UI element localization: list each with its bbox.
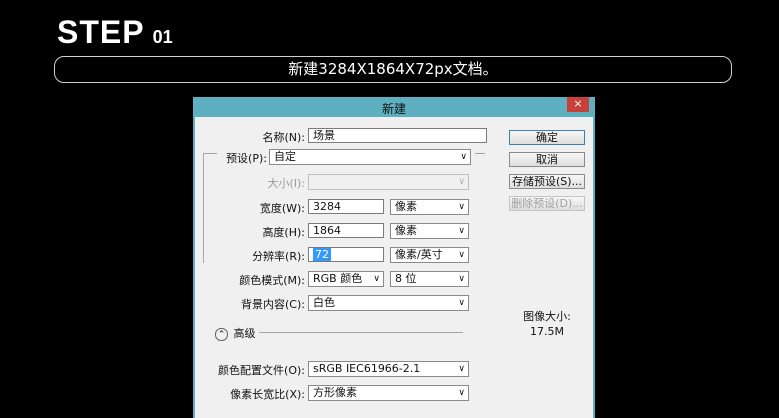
chevron-down-icon: ∨ [373, 274, 380, 284]
resolution-unit-value: 像素/英寸 [395, 248, 443, 261]
cancel-button[interactable]: 取消 [509, 152, 585, 167]
image-size-value: 17.5M [530, 325, 564, 338]
image-size-label: 图像大小: [523, 310, 571, 323]
chevron-down-icon: ∨ [460, 152, 467, 162]
chevron-down-icon: ∨ [458, 226, 465, 236]
save-preset-button[interactable]: 存储预设(S)... [509, 174, 585, 189]
color-profile-label: 颜色配置文件(O): [218, 364, 305, 377]
color-mode-label: 颜色模式(M): [239, 274, 305, 287]
resolution-field[interactable]: 72 [308, 247, 384, 262]
new-document-dialog: 新建 × 名称(N): 场景 预设(P): 自定 ∨ 大小(I): ∨ 宽度(W)… [193, 97, 595, 418]
advanced-toggle[interactable]: ⌃ 高级 [215, 325, 265, 341]
background-label: 背景内容(C): [241, 298, 305, 311]
color-profile-select[interactable]: sRGB IEC61966-2.1 ∨ [308, 361, 469, 377]
delete-preset-button[interactable]: 删除预设(D)... [509, 196, 585, 211]
resolution-unit-select[interactable]: 像素/英寸 ∨ [390, 247, 469, 263]
preset-label: 预设(P): [226, 152, 267, 165]
chevron-down-icon: ∨ [458, 364, 465, 374]
height-unit-select[interactable]: 像素 ∨ [390, 223, 469, 239]
width-unit-select[interactable]: 像素 ∨ [390, 199, 469, 215]
color-mode-value: RGB 颜色 [313, 272, 363, 285]
step-word: STEP [57, 14, 145, 50]
dialog-titlebar[interactable]: 新建 × [193, 97, 595, 117]
advanced-label: 高级 [233, 327, 256, 340]
chevron-down-icon: ∨ [458, 202, 465, 212]
bit-depth-select[interactable]: 8 位 ∨ [390, 271, 469, 287]
name-label: 名称(N): [262, 131, 305, 144]
ok-button[interactable]: 确定 [509, 130, 585, 145]
chevron-down-icon: ∨ [458, 274, 465, 284]
step-heading: STEP 01 [57, 14, 173, 51]
width-label: 宽度(W): [259, 202, 305, 215]
width-unit-value: 像素 [395, 200, 417, 213]
name-field[interactable]: 场景 [308, 128, 487, 143]
dialog-body: 名称(N): 场景 预设(P): 自定 ∨ 大小(I): ∨ 宽度(W): 328… [195, 117, 593, 418]
width-field[interactable]: 3284 [308, 199, 384, 214]
chevron-down-icon: ∨ [458, 298, 465, 308]
advanced-divider [259, 332, 463, 333]
resolution-label: 分辨率(R): [252, 250, 305, 263]
color-mode-select[interactable]: RGB 颜色 ∨ [308, 271, 384, 287]
height-label: 高度(H): [262, 226, 305, 239]
preset-select[interactable]: 自定 ∨ [269, 149, 471, 165]
close-icon[interactable]: × [567, 97, 589, 112]
pixel-aspect-label: 像素长宽比(X): [230, 388, 305, 401]
background-select[interactable]: 白色 ∨ [308, 295, 469, 311]
chevron-down-icon: ∨ [458, 388, 465, 398]
resolution-value: 72 [313, 248, 331, 261]
height-field[interactable]: 1864 [308, 223, 384, 238]
height-unit-value: 像素 [395, 224, 417, 237]
step-caption: 新建3284X1864X72px文档。 [54, 56, 732, 83]
chevron-down-icon: ∨ [458, 177, 465, 187]
pixel-aspect-select[interactable]: 方形像素 ∨ [308, 385, 469, 401]
chevron-down-icon: ∨ [458, 250, 465, 260]
chevron-up-icon: ⌃ [215, 328, 228, 341]
dialog-title: 新建 [381, 102, 406, 116]
preset-value: 自定 [274, 150, 296, 163]
size-label: 大小(I): [267, 177, 305, 190]
preset-group-top-right [475, 153, 485, 154]
step-number: 01 [152, 27, 173, 47]
bit-depth-value: 8 位 [395, 272, 417, 285]
background-value: 白色 [313, 296, 335, 309]
pixel-aspect-value: 方形像素 [313, 386, 357, 399]
color-profile-value: sRGB IEC61966-2.1 [313, 362, 421, 375]
size-select[interactable]: ∨ [308, 174, 469, 190]
